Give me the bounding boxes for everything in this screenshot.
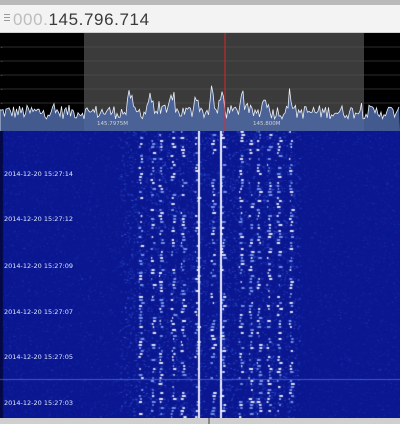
timestamp-label: 2014-12-20 15:27:14 [4, 170, 74, 178]
timestamp-label: 2014-12-20 15:27:03 [4, 399, 74, 407]
scroll-handle[interactable] [208, 418, 210, 424]
timestamp-label: 2014-12-20 15:27:12 [4, 215, 74, 223]
waterfall-display[interactable]: 2014-12-20 15:27:14 2014-12-20 15:27:12 … [0, 131, 400, 418]
tuning-handle-icon[interactable] [4, 14, 10, 26]
spectrum-plot[interactable]: ----- 145.7975M 145.800M [0, 33, 400, 131]
spectrum-x-label-1: 145.7975M [97, 121, 128, 127]
frequency-display[interactable]: 000.145.796.714 [13, 10, 150, 30]
spectrum-svg: ----- 145.7975M 145.800M [0, 33, 400, 131]
spectrum-x-label-2: 145.800M [253, 121, 281, 127]
frequency-bar: 000.145.796.714 [0, 5, 400, 33]
timestamp-label: 2014-12-20 15:27:05 [4, 353, 74, 361]
frequency-prefix: 000. [13, 10, 49, 29]
bottom-scroll-bar[interactable] [0, 418, 400, 424]
timestamp-label: 2014-12-20 15:27:09 [4, 262, 74, 270]
timestamp-label: 2014-12-20 15:27:07 [4, 308, 74, 316]
frequency-value: 145.796.714 [48, 10, 150, 29]
